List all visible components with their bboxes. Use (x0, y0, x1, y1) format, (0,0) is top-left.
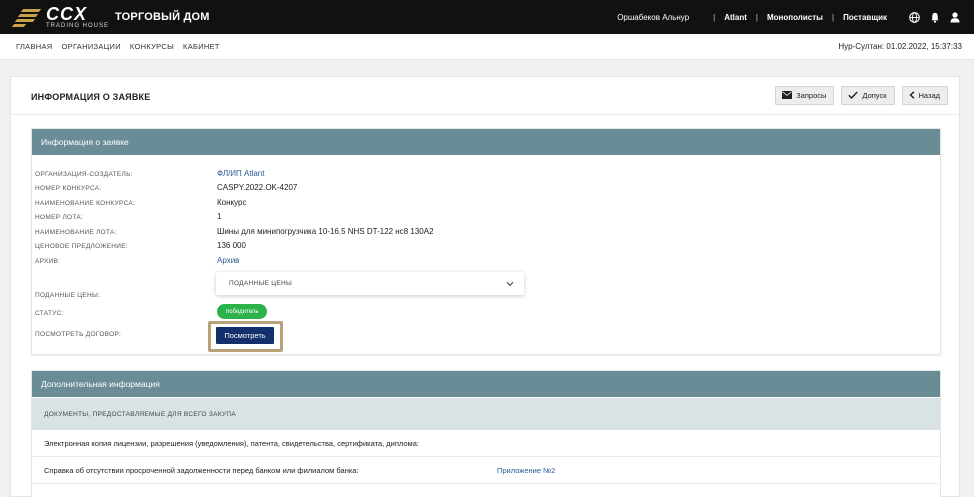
page-card: ИНФОРМАЦИЯ О ЗАЯВКЕ Запросы Допуск Назад (10, 76, 961, 497)
submitted-prices-dropdown-label: ПОДАННЫЕ ЦЕНЫ (229, 280, 293, 287)
admit-button[interactable]: Допуск (841, 86, 895, 105)
status-label: СТАТУС: (35, 310, 64, 317)
nav-item-home[interactable]: ГЛАВНАЯ (16, 42, 53, 51)
page-header: ИНФОРМАЦИЯ О ЗАЯВКЕ Запросы Допуск Назад (11, 77, 961, 115)
lot-name-value: Шины для минипогрузчика 10-16.5 NHS DT-1… (217, 227, 434, 236)
additional-section-title: Дополнительная информация (32, 371, 940, 397)
nav-item-organizations[interactable]: ОРГАНИЗАЦИИ (62, 42, 121, 51)
info-section: Информация о заявке ОРГАНИЗАЦИЯ-СОЗДАТЕЛ… (31, 128, 941, 355)
back-button[interactable]: Назад (901, 86, 948, 105)
logo[interactable]: CCX TRADING HOUSE ТОРГОВЫЙ ДОМ (11, 3, 210, 30)
page-title: ИНФОРМАЦИЯ О ЗАЯВКЕ (31, 92, 151, 102)
docs-row: Справка об отсутствии просроченной задол… (32, 457, 940, 484)
link-supplier[interactable]: Поставщик (843, 13, 887, 22)
contest-name-value: Конкурс (217, 198, 247, 207)
archive-label: АРХИВ: (35, 258, 61, 265)
divider: | (755, 12, 758, 22)
check-icon (848, 91, 859, 101)
top-bar: CCX TRADING HOUSE ТОРГОВЫЙ ДОМ Оршабеков… (0, 0, 974, 34)
user-icon[interactable] (950, 11, 960, 23)
contest-no-label: НОМЕР КОНКУРСА: (35, 185, 102, 192)
nav-item-contests[interactable]: КОНКУРСЫ (130, 42, 174, 51)
link-atlant[interactable]: Atlant (724, 13, 747, 22)
link-monopolists[interactable]: Монополисты (767, 13, 823, 22)
chevron-left-icon (908, 90, 915, 101)
contest-no-value: CASPY.2022.OK-4207 (217, 183, 298, 192)
archive-link[interactable]: Архив (217, 256, 239, 265)
requests-button[interactable]: Запросы (775, 86, 835, 105)
logo-mark-icon (11, 6, 42, 28)
divider: | (831, 12, 835, 22)
docs-row-text: Электронная копия лицензии, разрешения (… (44, 439, 419, 448)
price-value: 136 000 (217, 241, 246, 250)
additional-section: Дополнительная информация ДОКУМЕНТЫ, ПРЕ… (31, 370, 941, 497)
brand-title: ТОРГОВЫЙ ДОМ (115, 11, 210, 23)
lot-name-label: НАИМЕНОВАНИЕ ЛОТА: (35, 229, 117, 236)
lot-no-label: НОМЕР ЛОТА: (35, 214, 84, 221)
org-label: ОРГАНИЗАЦИЯ-СОЗДАТЕЛЬ: (35, 171, 133, 178)
docs-row: Электронная копия лицензии, разрешения (… (32, 430, 940, 457)
docs-header: ДОКУМЕНТЫ, ПРЕДОСТАВЛЯЕМЫЕ ДЛЯ ВСЕГО ЗАК… (32, 398, 940, 430)
main-nav: ГЛАВНАЯ ОРГАНИЗАЦИИ КОНКУРСЫ КАБИНЕТ Нур… (0, 34, 974, 60)
logo-text: CCX TRADING HOUSE (46, 3, 110, 29)
price-label: ЦЕНОВОЕ ПРЕДЛОЖЕНИЕ: (35, 243, 128, 250)
globe-icon[interactable] (909, 11, 920, 23)
envelope-icon (782, 90, 793, 101)
appendix-2-link[interactable]: Приложение №2 (497, 466, 555, 475)
contract-label: ПОСМОТРЕТЬ ДОГОВОР: (35, 331, 122, 338)
datetime: Нур-Султан: 01.02.2022, 15:37:33 (838, 42, 962, 51)
admit-label: Допуск (862, 91, 887, 100)
nav-item-cabinet[interactable]: КАБИНЕТ (183, 42, 220, 51)
info-section-title: Информация о заявке (32, 129, 940, 155)
top-right-menu: Оршабеков Альнур | Atlant | Монополисты … (617, 0, 960, 34)
contest-name-label: НАИМЕНОВАНИЕ КОНКУРСА: (35, 200, 136, 207)
back-label: Назад (918, 91, 941, 100)
org-link[interactable]: ФЛ/ИП Atlant (217, 169, 264, 178)
lot-no-value: 1 (217, 212, 222, 221)
divider: | (713, 12, 716, 22)
docs-row-text: Справка об отсутствии просроченной задол… (44, 466, 359, 475)
submitted-prices-label: ПОДАННЫЕ ЦЕНЫ: (35, 292, 101, 299)
status-badge: победитель (217, 304, 268, 319)
submitted-prices-dropdown[interactable]: ПОДАННЫЕ ЦЕНЫ (216, 272, 524, 295)
requests-label: Запросы (796, 91, 827, 100)
chevron-down-icon (506, 279, 514, 290)
view-contract-button[interactable]: Посмотреть (216, 327, 274, 344)
user-name[interactable]: Оршабеков Альнур (617, 13, 689, 22)
bell-icon[interactable] (930, 12, 940, 23)
